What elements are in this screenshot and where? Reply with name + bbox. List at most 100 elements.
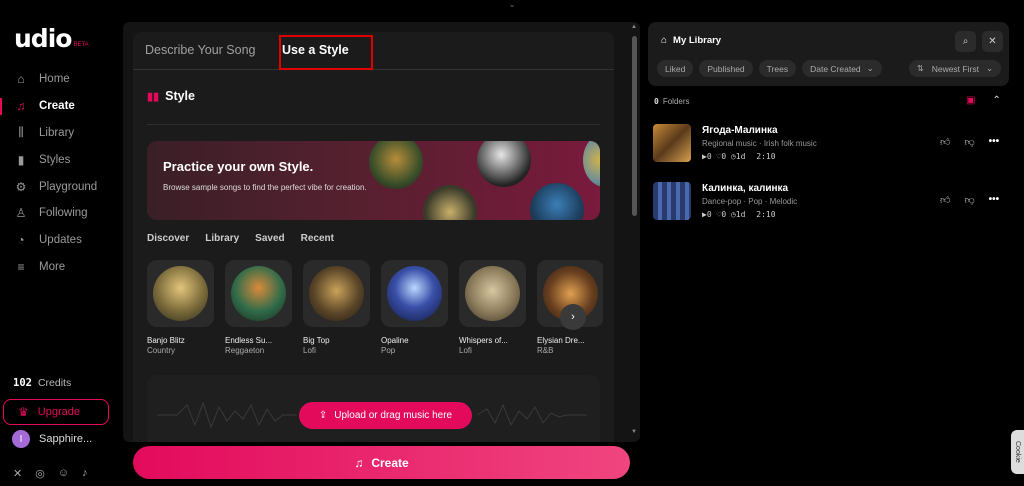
- credits-display[interactable]: 102 Credits: [13, 377, 71, 389]
- more-options-icon[interactable]: •••: [989, 136, 1000, 148]
- play-count: 0: [706, 152, 712, 161]
- scroll-up-arrow-icon[interactable]: ▲: [631, 24, 637, 30]
- sidebar-item-styles[interactable]: ▮ Styles: [0, 146, 120, 173]
- cookie-settings-tab[interactable]: Cookie: [1011, 430, 1024, 474]
- subtab-saved[interactable]: Saved: [255, 233, 284, 244]
- add-folder-icon[interactable]: ▣: [966, 95, 975, 106]
- filter-liked[interactable]: Liked: [657, 60, 694, 77]
- practice-style-banner[interactable]: Practice your own Style. Browse sample s…: [147, 141, 600, 220]
- banner-image-studio: [423, 185, 477, 220]
- song-tags: Dance-pop · Pop · Melodic: [702, 197, 798, 206]
- carousel-next-button[interactable]: ›: [560, 304, 586, 330]
- style-card[interactable]: Whispers of... Lofi: [459, 260, 526, 355]
- song-tag[interactable]: Irish folk music: [764, 139, 817, 148]
- create-panel-body: Describe Your Song Use a Style ▮▮ Style …: [133, 32, 614, 442]
- upgrade-label: Upgrade: [37, 406, 80, 418]
- tab-describe-your-song[interactable]: Describe Your Song: [145, 43, 256, 57]
- library-title: ⌂ My Library: [661, 35, 721, 46]
- sort-dropdown[interactable]: ⇅ Newest First ⌄: [909, 60, 1002, 77]
- sidebar: udio BETA ⌂ Home ♫ Create ⫼ Library ▮ St…: [0, 0, 120, 486]
- scroll-down-arrow-icon[interactable]: ▼: [631, 429, 637, 435]
- music-note-icon: ♫: [354, 455, 364, 470]
- style-card-art: [147, 260, 214, 327]
- style-card-art: [459, 260, 526, 327]
- style-card[interactable]: Banjo Blitz Country: [147, 260, 214, 355]
- close-icon: ✕: [988, 36, 997, 47]
- waveform-icon: ▮: [17, 152, 25, 167]
- upload-drop-zone[interactable]: ⇪ Upload or drag music here: [147, 375, 600, 442]
- tab-highlight-box: [279, 35, 373, 70]
- sort-icon: ⇅: [917, 64, 924, 73]
- song-stats: ▶0 ♡0 ◷1d 2:10: [702, 210, 776, 219]
- song-title: Калинка, калинка: [702, 183, 789, 194]
- song-tag[interactable]: Regional music: [702, 139, 757, 148]
- banner-image-silhouette: [477, 141, 531, 187]
- banner-image-band: [369, 141, 423, 189]
- scroll-thumb[interactable]: [632, 36, 637, 216]
- list-item[interactable]: Калинка, калинка Dance-pop · Pop · Melod…: [653, 182, 1009, 226]
- filter-trees[interactable]: Trees: [758, 60, 797, 77]
- sidebar-item-following[interactable]: ♙ Following: [0, 200, 120, 227]
- style-card[interactable]: Endless Su... Reggaeton: [225, 260, 292, 355]
- filter-published[interactable]: Published: [699, 60, 753, 77]
- filter-date-created-label: Date Created: [810, 63, 861, 74]
- sidebar-item-home[interactable]: ⌂ Home: [0, 66, 120, 93]
- more-options-icon[interactable]: •••: [989, 194, 1000, 206]
- library-title-text: My Library: [673, 35, 722, 46]
- list-item[interactable]: Ягода-Малинка Regional music · Irish fol…: [653, 124, 1009, 168]
- style-card-genre: Lofi: [459, 346, 472, 355]
- subtab-discover[interactable]: Discover: [147, 233, 189, 244]
- discord-icon[interactable]: ☺: [58, 467, 69, 480]
- folders-row[interactable]: 0 Folders: [654, 97, 690, 106]
- folder-actions: ▣ ⌃: [966, 95, 1001, 106]
- sidebar-item-updates[interactable]: ◔ Updates: [0, 227, 120, 254]
- upgrade-button[interactable]: ♛ Upgrade: [3, 399, 109, 425]
- filter-date-created[interactable]: Date Created ⌄: [802, 60, 882, 77]
- subtab-library[interactable]: Library: [205, 233, 239, 244]
- style-card-genre: Reggaeton: [225, 346, 265, 355]
- library-icon: ⫼: [18, 125, 24, 140]
- song-tag[interactable]: Melodic: [770, 197, 798, 206]
- style-card-title: Banjo Blitz: [147, 336, 185, 345]
- x-icon[interactable]: ✕: [13, 467, 22, 480]
- sidebar-item-label: Following: [39, 207, 88, 220]
- instagram-icon[interactable]: ◎: [35, 467, 45, 480]
- search-icon: ⌕: [962, 36, 969, 47]
- user-icon: ♙: [15, 206, 27, 221]
- sidebar-item-more[interactable]: ≡ More: [0, 254, 120, 281]
- tiktok-icon[interactable]: ♪: [82, 467, 88, 480]
- thumbs-down-icon[interactable]: 👎︎: [964, 136, 974, 148]
- song-age: 1d: [735, 210, 746, 219]
- thumbs-up-icon[interactable]: 👍︎: [940, 136, 950, 148]
- user-menu[interactable]: I Sapphire...: [12, 430, 92, 448]
- song-tag[interactable]: Pop: [748, 197, 762, 206]
- upload-icon: ⇪: [318, 410, 328, 421]
- library-search-button[interactable]: ⌕: [955, 31, 976, 52]
- chevron-up-icon[interactable]: ⌃: [992, 95, 1000, 106]
- top-handle-chevron-icon[interactable]: ⌄: [506, 0, 518, 9]
- create-panel-scrollbar[interactable]: ▲ ▼: [630, 24, 640, 439]
- menu-icon: ≡: [17, 259, 25, 274]
- credits-count: 102: [13, 377, 32, 389]
- udio-logo[interactable]: udio BETA: [14, 26, 89, 51]
- chevron-down-icon: ⌄: [985, 63, 994, 73]
- song-title: Ягода-Малинка: [702, 125, 778, 136]
- thumbs-down-icon[interactable]: 👎︎: [964, 194, 974, 206]
- avatar: I: [12, 430, 30, 448]
- song-tag[interactable]: Dance-pop: [702, 197, 741, 206]
- sidebar-item-playground[interactable]: ⚙ Playground: [0, 173, 120, 200]
- song-stats: ▶0 ♡0 ◷1d 2:10: [702, 152, 776, 161]
- divider: [147, 124, 600, 125]
- sidebar-item-label: Create: [39, 100, 75, 113]
- sidebar-item-library[interactable]: ⫼ Library: [0, 120, 120, 147]
- subtab-recent[interactable]: Recent: [301, 233, 334, 244]
- upload-music-button[interactable]: ⇪ Upload or drag music here: [299, 402, 472, 429]
- create-button[interactable]: ♫ Create: [133, 446, 630, 479]
- playground-icon: ⚙: [15, 179, 27, 194]
- sidebar-item-create[interactable]: ♫ Create: [0, 93, 120, 120]
- style-card[interactable]: Opaline Pop: [381, 260, 448, 355]
- thumbs-up-icon[interactable]: 👍︎: [940, 194, 950, 206]
- style-card[interactable]: Big Top Lofi: [303, 260, 370, 355]
- library-close-button[interactable]: ✕: [982, 31, 1003, 52]
- home-icon: ⌂: [661, 35, 668, 46]
